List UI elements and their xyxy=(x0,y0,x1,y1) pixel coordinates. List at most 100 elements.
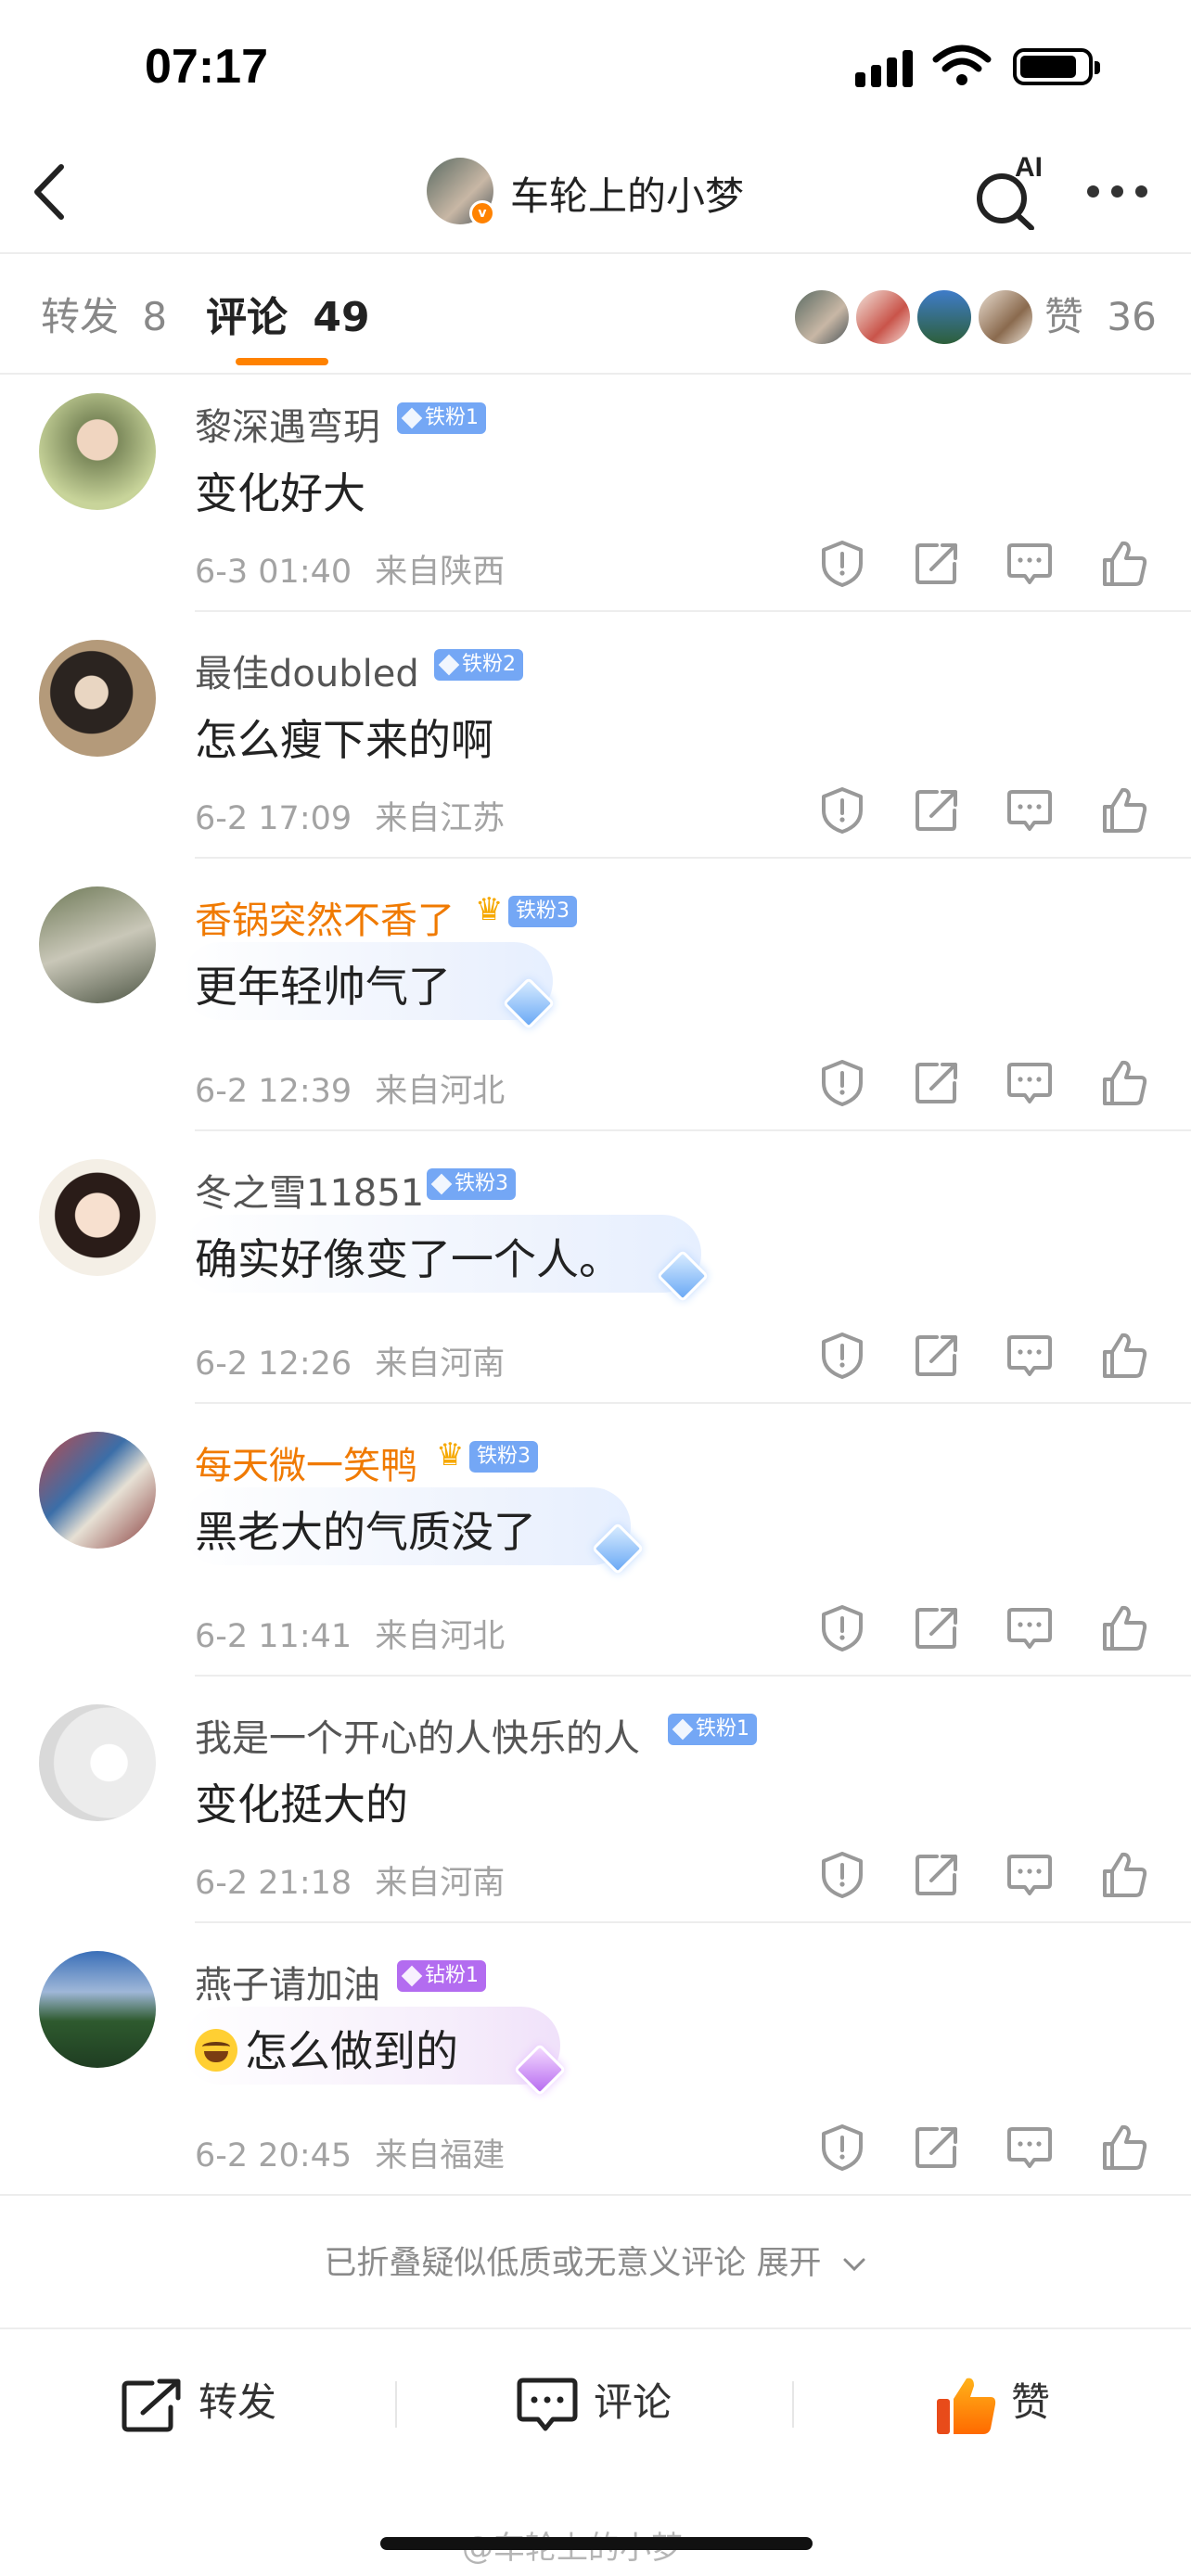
comment-text: 变化好大 xyxy=(195,468,365,518)
liker-avatar[interactable] xyxy=(915,287,974,347)
like-comment-button[interactable] xyxy=(1100,1851,1148,1899)
tab-likes[interactable]: 赞 36 xyxy=(1044,286,1157,342)
comment-location: 来自福建 xyxy=(375,2137,506,2174)
comment-meta: 6-2 11:41 来自河北 xyxy=(195,1610,505,1657)
tab-repost-label: 转发 xyxy=(41,294,120,339)
tab-repost[interactable]: 转发 8 xyxy=(41,286,167,342)
comment-text: 变化挺大的 xyxy=(195,1779,408,1830)
like-comment-button[interactable] xyxy=(1100,540,1148,588)
comment-meta: 6-2 12:39 来自河北 xyxy=(195,1065,505,1112)
report-button[interactable] xyxy=(818,786,866,835)
home-indicator[interactable] xyxy=(380,2537,813,2550)
reply-icon xyxy=(1007,1063,1052,1103)
avatar[interactable] xyxy=(39,1432,156,1549)
thumbs-up-icon xyxy=(1103,1060,1147,1105)
share-button[interactable] xyxy=(913,786,961,835)
report-button[interactable] xyxy=(818,1604,866,1652)
share-icon xyxy=(916,1855,957,1895)
thumbs-up-icon xyxy=(1103,1605,1147,1651)
share-button[interactable] xyxy=(913,540,961,588)
tab-comment-count: 49 xyxy=(313,294,370,341)
commenter-name[interactable]: 冬之雪11851 xyxy=(195,1163,424,1217)
avatar[interactable] xyxy=(39,1159,156,1276)
fan-badge: 铁粉1 xyxy=(668,1714,757,1745)
back-button[interactable] xyxy=(28,159,74,224)
reply-button[interactable] xyxy=(1005,1059,1054,1107)
share-button[interactable] xyxy=(913,1851,961,1899)
commenter-name[interactable]: 燕子请加油 xyxy=(195,1955,380,2009)
comment-location: 来自河南 xyxy=(375,1345,506,1383)
report-button[interactable] xyxy=(818,1851,866,1899)
comment-time: 6-3 01:40 xyxy=(195,554,352,591)
like-comment-button[interactable] xyxy=(1100,786,1148,835)
share-icon xyxy=(916,1063,957,1103)
report-button[interactable] xyxy=(818,1059,866,1107)
report-icon xyxy=(822,1333,863,1379)
avatar[interactable] xyxy=(39,640,156,757)
commenter-name[interactable]: 最佳doubled xyxy=(195,644,419,697)
avatar[interactable] xyxy=(39,886,156,1003)
share-button[interactable] xyxy=(913,2123,961,2172)
fan-badge: 铁粉1 xyxy=(397,402,486,434)
comment-divider xyxy=(195,1129,1191,1131)
diamond-fan-badge: 钻粉1 xyxy=(397,1960,486,1992)
status-time: 07:17 xyxy=(145,40,268,94)
reply-button[interactable] xyxy=(1005,1332,1054,1380)
report-button[interactable] xyxy=(818,540,866,588)
reply-icon xyxy=(1007,1608,1052,1649)
liker-avatar[interactable] xyxy=(853,287,913,347)
like-comment-button[interactable] xyxy=(1100,2123,1148,2172)
bottom-separator xyxy=(792,2381,794,2428)
commenter-name[interactable]: 每天微一笑鸭 xyxy=(195,1435,417,1489)
comment-location: 来自河南 xyxy=(375,1865,506,1902)
fan-badge: 铁粉3 xyxy=(469,1441,538,1473)
like-button[interactable]: 赞 xyxy=(935,2370,1050,2435)
collapsed-comments-expand[interactable]: 已折叠疑似低质或无意义评论 展开 xyxy=(0,2237,1191,2284)
list-end-divider xyxy=(0,2194,1191,2196)
reply-button[interactable] xyxy=(1005,540,1054,588)
avatar[interactable] xyxy=(39,1951,156,2068)
report-button[interactable] xyxy=(818,1332,866,1380)
commenter-name[interactable]: 我是一个开心的人快乐的人 xyxy=(195,1708,640,1762)
commenter-name[interactable]: 香锅突然不香了 xyxy=(195,890,455,944)
reply-button[interactable] xyxy=(1005,786,1054,835)
like-comment-button[interactable] xyxy=(1100,1332,1148,1380)
header-divider xyxy=(0,252,1191,254)
like-comment-button[interactable] xyxy=(1100,1604,1148,1652)
more-options-button[interactable] xyxy=(1087,182,1148,200)
chevron-down-icon xyxy=(843,2258,865,2272)
repost-button[interactable]: 转发 xyxy=(121,2370,276,2435)
thumbs-up-icon xyxy=(1103,787,1147,833)
comment-text: 更年轻帅气了 xyxy=(195,962,451,1012)
report-icon xyxy=(822,541,863,587)
comment-meta: 6-2 21:18 来自河南 xyxy=(195,1856,505,1904)
comment-divider xyxy=(195,857,1191,859)
liker-avatar[interactable] xyxy=(976,287,1035,347)
comment-divider xyxy=(195,1402,1191,1404)
share-button[interactable] xyxy=(913,1604,961,1652)
comment-time: 6-2 12:26 xyxy=(195,1345,352,1383)
reply-button[interactable] xyxy=(1005,1851,1054,1899)
comment-location: 来自河北 xyxy=(375,1618,506,1655)
share-button[interactable] xyxy=(913,1059,961,1107)
author-avatar[interactable]: v xyxy=(427,158,495,226)
reply-button[interactable] xyxy=(1005,2123,1054,2172)
fan-badge-label: 铁粉3 xyxy=(516,899,570,923)
like-comment-button[interactable] xyxy=(1100,1059,1148,1107)
avatar[interactable] xyxy=(39,393,156,510)
like-label: 赞 xyxy=(1011,2379,1051,2425)
tab-comment[interactable]: 评论 49 xyxy=(206,284,370,343)
verified-badge-icon: v xyxy=(469,200,495,226)
report-button[interactable] xyxy=(818,2123,866,2172)
ai-search-button[interactable]: AI xyxy=(974,152,1048,230)
comment-time: 6-2 12:39 xyxy=(195,1073,352,1110)
liker-avatar[interactable] xyxy=(792,287,852,347)
avatar[interactable] xyxy=(39,1704,156,1821)
comment-button[interactable]: 评论 xyxy=(516,2370,672,2435)
commenter-name[interactable]: 黎深遇弯玥 xyxy=(195,397,380,451)
share-icon xyxy=(916,2127,957,2168)
share-icon xyxy=(916,1608,957,1649)
author-name[interactable]: 车轮上的小梦 xyxy=(510,165,744,222)
share-button[interactable] xyxy=(913,1332,961,1380)
reply-button[interactable] xyxy=(1005,1604,1054,1652)
